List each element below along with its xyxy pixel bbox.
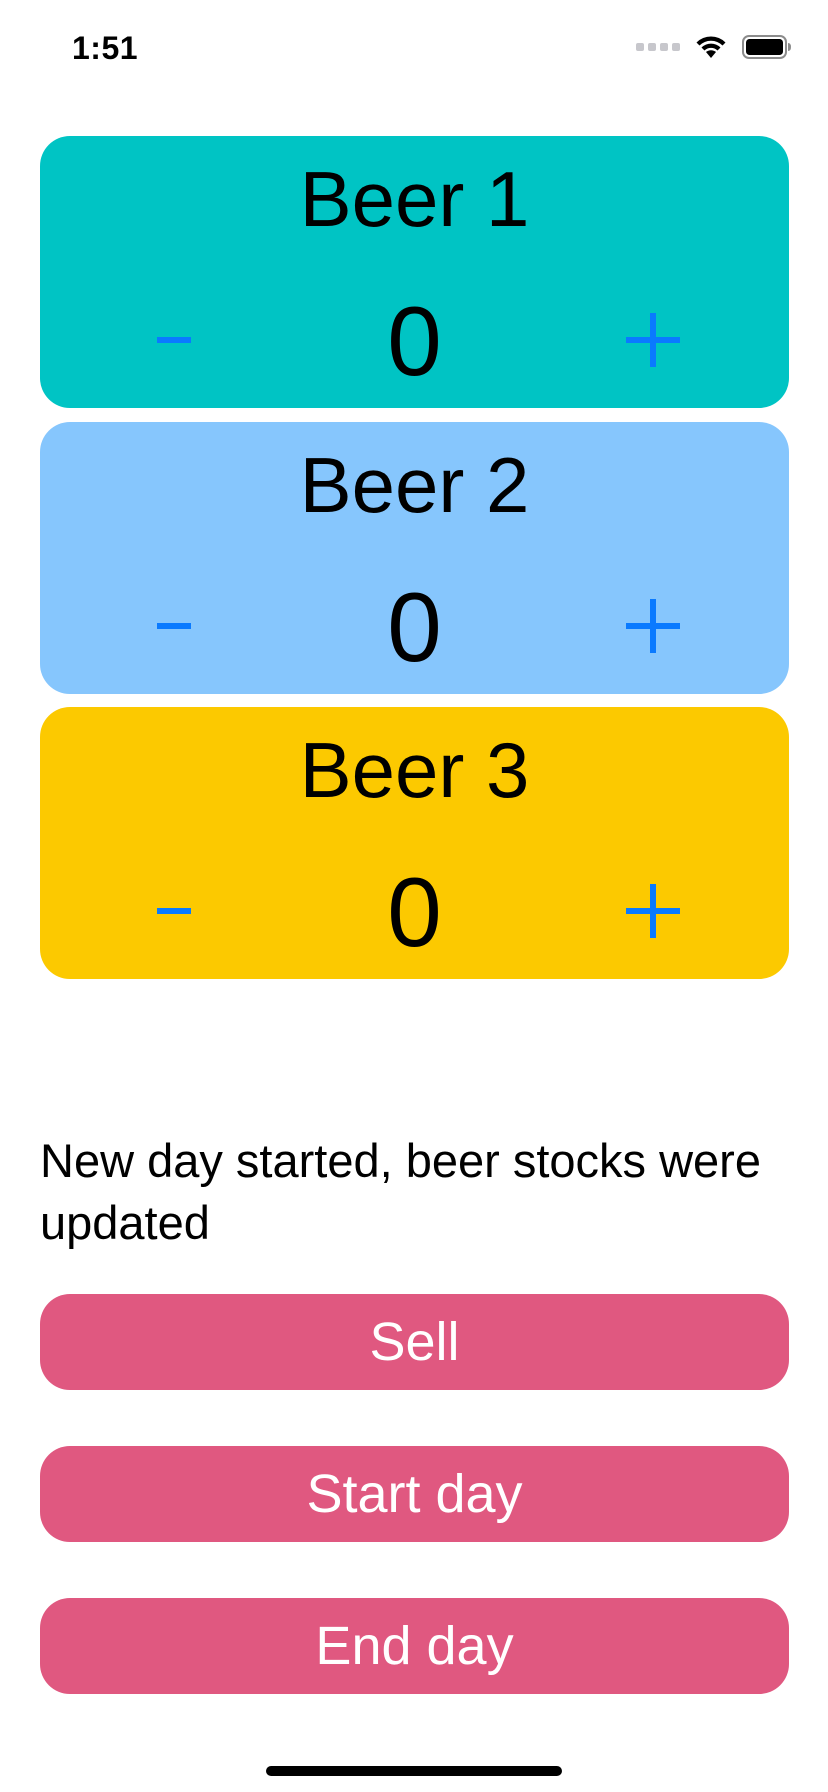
status-icons bbox=[636, 34, 792, 60]
increment-button[interactable] bbox=[603, 859, 703, 963]
start-day-button[interactable]: Start day bbox=[40, 1446, 789, 1542]
plus-icon bbox=[626, 313, 680, 367]
end-day-button[interactable]: End day bbox=[40, 1598, 789, 1694]
battery-icon bbox=[742, 35, 791, 59]
status-bar: 1:51 bbox=[0, 0, 828, 100]
plus-icon bbox=[626, 884, 680, 938]
beer-card-1: Beer 1 0 bbox=[40, 136, 789, 408]
plus-icon bbox=[626, 599, 680, 653]
beer-card-3: Beer 3 0 bbox=[40, 707, 789, 979]
beer-name: Beer 1 bbox=[299, 155, 530, 243]
home-indicator[interactable] bbox=[266, 1766, 562, 1776]
beer-name: Beer 2 bbox=[299, 441, 530, 529]
beer-card-2: Beer 2 0 bbox=[40, 422, 789, 694]
status-message: New day started, beer stocks were update… bbox=[40, 1134, 761, 1249]
cellular-signal-icon bbox=[636, 43, 680, 51]
increment-button[interactable] bbox=[603, 574, 703, 678]
beer-name: Beer 3 bbox=[299, 726, 530, 814]
sell-button[interactable]: Sell bbox=[40, 1294, 789, 1390]
status-time: 1:51 bbox=[72, 30, 139, 66]
increment-button[interactable] bbox=[603, 288, 703, 392]
wifi-icon bbox=[696, 36, 726, 58]
